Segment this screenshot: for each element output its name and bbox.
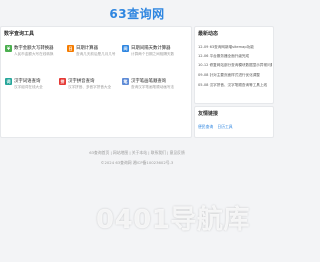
news-item[interactable]: 05-08 汉字拼音、汉字笔顺查询等工具上线 [198,83,272,88]
yuan-icon: ¥ [5,45,12,52]
tool-name[interactable]: 汉字拼音查询 [68,78,94,84]
calendar-icon: 日 [67,45,74,52]
news-panel: 最新动态 12-09 63查询网新增sitemap功能 12-06 平台服务器全… [194,26,274,104]
tool-desc: 汉字拼音、多音字拼音大全 [68,85,112,89]
tool-name[interactable]: 日期计算器 [76,45,98,51]
news-item[interactable]: 12-09 63查询网新增sitemap功能 [198,45,272,50]
book-icon: 词 [5,78,12,85]
tools-panel: 数字查询工具 ¥ 数字金额大写转换器 人民币金额大写在线转换 日 日期计算器 查… [0,26,192,138]
tool-name[interactable]: 汉字笔画笔顺查询 [131,78,166,84]
tool-desc: 人民币金额大写在线转换 [14,52,54,56]
tool-desc: 查询汉字笔画笔顺动画写法 [131,85,175,89]
footer-copyright: ©2024 63查询网 湘ICP备10023602号-3 [100,160,174,165]
tool-desc: 计算两个日期之间相隔天数 [131,52,175,56]
links-panel-heading: 友情链接 [198,111,219,117]
watermark-logo: 0401导航库 [96,205,250,235]
footer-links[interactable]: 63查询首页 | 网站地图 | 关于本站 | 联系我们 | 意见反馈 [0,150,274,156]
brush-icon: 笔 [122,78,129,85]
news-item[interactable]: 12-06 平台服务器全面升级完成 [198,54,272,59]
friend-link[interactable]: 日历工具 [217,124,232,129]
calendar-range-icon: 间 [122,45,129,52]
news-item[interactable]: 10-12 修复网站部分查询模块数据显示异常问题 [198,63,272,68]
friend-link[interactable]: 便民查询 [198,124,213,129]
site-title[interactable]: 63查询网 [0,5,274,22]
tools-panel-heading: 数字查询工具 [4,31,35,37]
tool-name[interactable]: 日期间隔天数计算器 [131,45,171,51]
links-row: 便民查询 日历工具 [198,124,233,130]
tool-desc: 汉字组词在线大全 [14,85,43,89]
news-item[interactable]: 09-08 针对主要页面样式进行优化调整 [198,73,272,78]
tool-desc: 查询几天前后是几月几号 [76,52,116,56]
tool-name[interactable]: 数字金额大写转换器 [14,45,54,51]
news-panel-heading: 最新动态 [198,31,219,37]
tool-name[interactable]: 汉字词语查询 [14,78,40,84]
pinyin-icon: 拼 [59,78,66,85]
links-panel: 友情链接 便民查询 日历工具 [194,106,274,138]
